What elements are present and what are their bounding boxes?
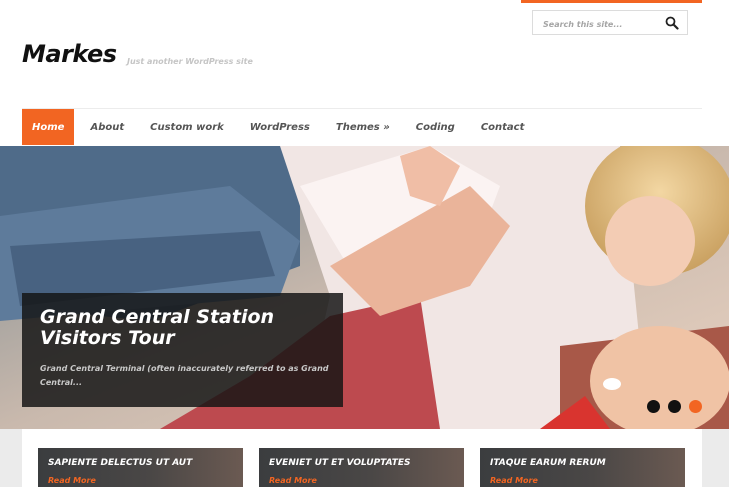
post-card[interactable]: SAPIENTE DELECTUS UT AUT Read More bbox=[38, 448, 243, 487]
slider-dot-3[interactable] bbox=[689, 400, 702, 413]
nav-item-about[interactable]: About bbox=[80, 109, 134, 145]
post-title[interactable]: SAPIENTE DELECTUS UT AUT bbox=[48, 458, 192, 468]
post-title[interactable]: EVENIET UT ET VOLUPTATES bbox=[269, 458, 410, 468]
site-tagline: Just another WordPress site bbox=[127, 57, 253, 66]
slide-caption: Grand Central Station Visitors Tour Gran… bbox=[22, 293, 343, 407]
nav-item-themes[interactable]: Themes » bbox=[326, 109, 400, 145]
search-input[interactable] bbox=[541, 15, 663, 33]
post-card[interactable]: EVENIET UT ET VOLUPTATES Read More bbox=[259, 448, 464, 487]
search-icon[interactable] bbox=[665, 16, 679, 30]
slide-excerpt: Grand Central Terminal (often inaccurate… bbox=[40, 364, 329, 387]
slide-title[interactable]: Grand Central Station Visitors Tour bbox=[40, 307, 330, 349]
nav-item-contact[interactable]: Contact bbox=[471, 109, 535, 145]
search-form bbox=[532, 10, 688, 35]
nav-item-wordpress[interactable]: WordPress bbox=[240, 109, 320, 145]
slider-dot-2[interactable] bbox=[668, 400, 681, 413]
read-more-link[interactable]: Read More bbox=[490, 476, 538, 485]
read-more-link[interactable]: Read More bbox=[269, 476, 317, 485]
read-more-link[interactable]: Read More bbox=[48, 476, 96, 485]
nav-item-custom-work[interactable]: Custom work bbox=[140, 109, 234, 145]
header-accent-bar bbox=[521, 0, 702, 3]
nav-item-coding[interactable]: Coding bbox=[406, 109, 465, 145]
site-logo[interactable]: Markes bbox=[22, 40, 117, 68]
nav-item-home[interactable]: Home bbox=[22, 109, 75, 145]
post-card[interactable]: ITAQUE EARUM RERUM Read More bbox=[480, 448, 685, 487]
main-nav: Home About Custom work WordPress Themes … bbox=[22, 109, 540, 145]
post-title[interactable]: ITAQUE EARUM RERUM bbox=[490, 458, 606, 468]
slider-dot-1[interactable] bbox=[647, 400, 660, 413]
